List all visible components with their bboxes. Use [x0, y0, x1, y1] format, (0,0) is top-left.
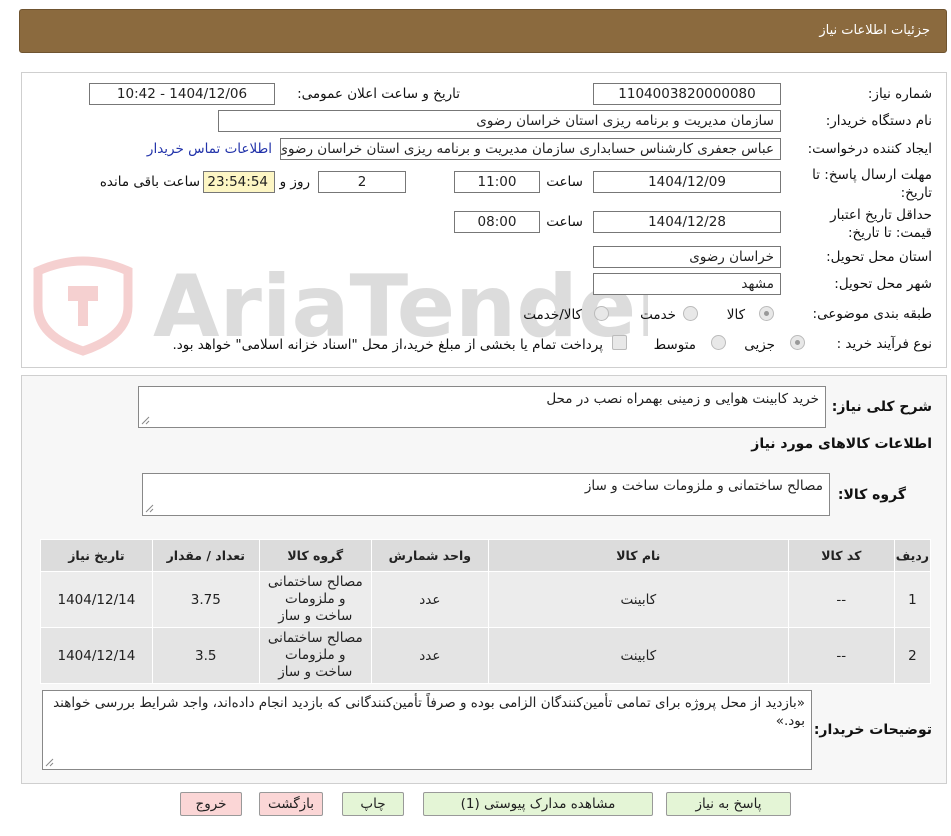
buyer-notes-textarea[interactable]: «بازدید از محل پروژه برای تمامی تأمین‌کن… — [42, 690, 812, 770]
province-field: خراسان رضوی — [593, 246, 781, 268]
attachments-button[interactable]: مشاهده مدارک پیوستی (1) — [423, 792, 653, 816]
process-medium-label: متوسط — [653, 337, 696, 353]
deadline-time-field: 11:00 — [454, 171, 540, 193]
buyer-org-field: سازمان مدیریت و برنامه ریزی استان خراسان… — [218, 110, 781, 132]
province-label: استان محل تحویل: — [826, 249, 932, 265]
treasury-checkbox[interactable] — [612, 335, 627, 350]
buyer-notes-text: «بازدید از محل پروژه برای تمامی تأمین‌کن… — [53, 695, 805, 729]
need-number-label: شماره نیاز: — [867, 86, 932, 102]
col-header-qty: تعداد / مقدار — [151, 539, 260, 572]
cell-date: 1404/12/14 — [40, 627, 153, 684]
city-field: مشهد — [593, 273, 781, 295]
cell-qty: 3.75 — [151, 571, 260, 628]
payment-note: پرداخت تمام یا بخشی از مبلغ خرید،از محل … — [172, 337, 603, 353]
cell-code: -- — [787, 627, 895, 684]
col-header-name: نام کالا — [487, 539, 789, 572]
cell-date: 1404/12/14 — [40, 571, 153, 628]
group-label: گروه کالا: — [837, 487, 906, 503]
goods-section-title: اطلاعات کالاهای مورد نیاز — [751, 436, 932, 452]
announce-field: 1404/12/06 - 10:42 — [89, 83, 275, 105]
process-label: نوع فرآیند خرید : — [836, 336, 932, 352]
validity-hour-label: ساعت — [546, 214, 583, 230]
deadline-date-field: 1404/12/09 — [593, 171, 781, 193]
category-label: طبقه بندی موضوعی: — [812, 306, 932, 322]
category-service-label: خدمت — [640, 307, 676, 323]
validity-time-field: 08:00 — [454, 211, 540, 233]
days-field: 2 — [318, 171, 406, 193]
col-header-date: تاریخ نیاز — [40, 539, 153, 572]
process-minor-radio[interactable] — [790, 335, 805, 350]
creator-label: ایجاد کننده درخواست: — [807, 141, 932, 157]
resize-grip-icon[interactable] — [145, 504, 154, 513]
reply-button[interactable]: پاسخ به نیاز — [666, 792, 791, 816]
contact-buyer-link[interactable]: اطلاعات تماس خریدار — [147, 141, 272, 157]
remaining-time-field: 23:54:54 — [203, 171, 275, 193]
col-header-index: ردیف — [893, 539, 932, 572]
validity-label: حداقل تاریخ اعتبار قیمت: تا تاریخ: — [830, 207, 932, 241]
validity-date-field: 1404/12/28 — [593, 211, 781, 233]
summary-label: شرح کلی نیاز: — [831, 399, 932, 415]
table-row: 1 -- کابینت عدد مصالح ساختمانی و ملزومات… — [40, 571, 932, 628]
creator-field: عباس جعفری کارشناس حسابداری سازمان مدیری… — [280, 138, 781, 160]
summary-textarea[interactable]: خرید کابینت هوایی و زمینی بهمراه نصب در … — [138, 386, 826, 428]
cell-unit: عدد — [370, 627, 489, 684]
goods-table: ردیف کد کالا نام کالا واحد شمارش گروه کا… — [40, 539, 932, 684]
process-medium-radio[interactable] — [711, 335, 726, 350]
back-button[interactable]: بازگشت — [259, 792, 323, 816]
col-header-unit: واحد شمارش — [370, 539, 489, 572]
category-service-radio[interactable] — [683, 306, 698, 321]
cell-name: کابینت — [487, 627, 789, 684]
info-panel: شماره نیاز: 1104003820000080 تاریخ و ساع… — [21, 72, 947, 368]
process-minor-label: جزیی — [744, 337, 775, 353]
announce-label: تاریخ و ساعت اعلان عمومی: — [297, 86, 460, 102]
category-both-radio[interactable] — [594, 306, 609, 321]
city-label: شهر محل تحویل: — [834, 276, 932, 292]
category-goods-radio[interactable] — [759, 306, 774, 321]
group-textarea[interactable]: مصالح ساختمانی و ملزومات ساخت و ساز — [142, 473, 830, 516]
cell-group: مصالح ساختمانی و ملزومات ساخت و ساز — [258, 571, 372, 628]
buyer-notes-label: توضیحات خریدار: — [813, 722, 932, 738]
table-row: 2 -- کابینت عدد مصالح ساختمانی و ملزومات… — [40, 627, 932, 684]
summary-text: خرید کابینت هوایی و زمینی بهمراه نصب در … — [546, 391, 819, 407]
category-goods-label: کالا — [726, 307, 745, 323]
table-header-row: ردیف کد کالا نام کالا واحد شمارش گروه کا… — [40, 539, 932, 572]
cell-name: کابینت — [487, 571, 789, 628]
cell-code: -- — [787, 571, 895, 628]
remaining-label: ساعت باقی مانده — [99, 174, 200, 190]
col-header-group: گروه کالا — [258, 539, 372, 572]
cell-index: 2 — [893, 627, 932, 684]
cell-group: مصالح ساختمانی و ملزومات ساخت و ساز — [258, 627, 372, 684]
cell-unit: عدد — [370, 571, 489, 628]
need-number-field: 1104003820000080 — [593, 83, 781, 105]
cell-index: 1 — [893, 571, 932, 628]
resize-grip-icon[interactable] — [45, 758, 54, 767]
details-panel: شرح کلی نیاز: خرید کابینت هوایی و زمینی … — [21, 375, 947, 784]
resize-grip-icon[interactable] — [141, 416, 150, 425]
col-header-code: کد کالا — [787, 539, 895, 572]
group-text: مصالح ساختمانی و ملزومات ساخت و ساز — [584, 478, 823, 494]
deadline-hour-label: ساعت — [546, 174, 583, 190]
cell-qty: 3.5 — [151, 627, 260, 684]
days-label: روز و — [279, 174, 310, 190]
deadline-label: مهلت ارسال پاسخ: تا تاریخ: — [812, 167, 932, 201]
category-both-label: کالا/خدمت — [523, 307, 582, 323]
exit-button[interactable]: خروج — [180, 792, 242, 816]
page-title: جزئیات اطلاعات نیاز — [819, 23, 930, 38]
page-header: جزئیات اطلاعات نیاز — [19, 9, 947, 53]
print-button[interactable]: چاپ — [342, 792, 404, 816]
buyer-org-label: نام دستگاه خریدار: — [825, 113, 932, 129]
